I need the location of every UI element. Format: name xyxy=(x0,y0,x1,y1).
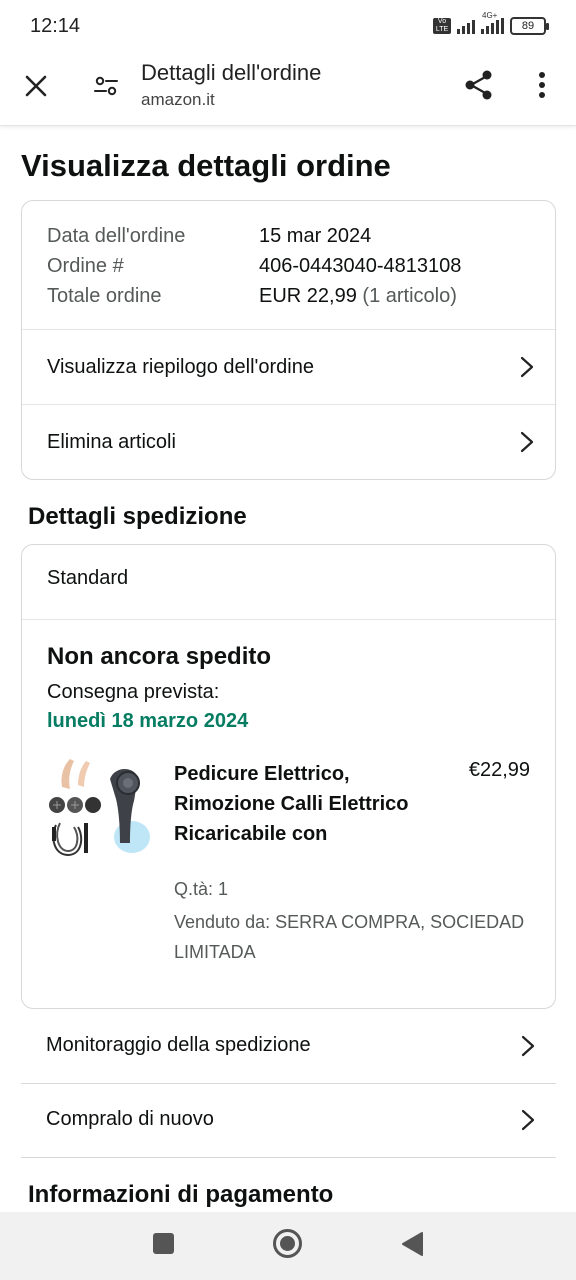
system-nav-bar xyxy=(0,1212,576,1280)
battery-icon: 89 xyxy=(510,17,549,35)
recents-icon[interactable] xyxy=(153,1233,174,1254)
back-icon[interactable] xyxy=(400,1230,424,1258)
settings-sliders-icon[interactable] xyxy=(90,70,122,102)
delivery-eta-date: lunedì 18 marzo 2024 xyxy=(47,710,249,732)
order-total-amount: EUR 22,99 xyxy=(259,285,357,307)
product-price: €22,99 xyxy=(468,759,530,781)
volte-icon: Vo LTE xyxy=(433,18,451,34)
delivery-eta-label: Consegna prevista: xyxy=(47,681,220,703)
order-date-row: Data dell'ordine 15 mar 2024 xyxy=(47,221,461,251)
product-seller: Venduto da: SERRA COMPRA, SOCIEDAD LIMIT… xyxy=(174,912,525,962)
status-time: 12:14 xyxy=(30,15,81,37)
divider xyxy=(22,619,555,620)
payment-section-title: Informazioni di pagamento xyxy=(28,1181,334,1208)
shipment-section-title: Dettagli spedizione xyxy=(28,503,247,530)
status-icons: Vo LTE 4G+ 89 xyxy=(433,11,549,38)
chevron-right-icon xyxy=(519,430,535,454)
toolbar-title: Dettagli dell'ordine xyxy=(141,60,322,85)
order-total-row: Totale ordine EUR 22,99 (1 articolo) xyxy=(47,281,461,311)
shipping-method: Standard xyxy=(47,567,129,589)
track-shipment-link[interactable]: Monitoraggio della spedizione xyxy=(21,1010,556,1084)
order-number-value: 406-0443040-4813108 xyxy=(259,255,462,277)
order-info: Data dell'ordine 15 mar 2024 Ordine # 40… xyxy=(47,221,461,311)
order-number-row: Ordine # 406-0443040-4813108 xyxy=(47,251,461,281)
more-vert-icon[interactable] xyxy=(530,68,554,102)
order-total-items: (1 articolo) xyxy=(362,285,457,307)
order-date-value: 15 mar 2024 xyxy=(259,225,372,247)
order-summary-card: Data dell'ordine 15 mar 2024 Ordine # 40… xyxy=(21,200,556,480)
product-image[interactable] xyxy=(48,757,152,861)
chevron-right-icon xyxy=(520,1108,536,1132)
track-shipment-label: Monitoraggio della spedizione xyxy=(46,1034,311,1056)
chevron-right-icon xyxy=(520,1034,536,1058)
buy-again-label: Compralo di nuovo xyxy=(46,1108,214,1130)
delete-items-label: Elimina articoli xyxy=(47,430,176,453)
signal-icon xyxy=(457,18,475,34)
toolbar-domain: amazon.it xyxy=(141,90,215,109)
chevron-right-icon xyxy=(519,355,535,379)
order-number-label: Ordine # xyxy=(47,255,124,277)
network-label: 4G+ xyxy=(482,11,498,20)
product-title[interactable]: Pedicure Elettrico, Rimozione Calli Elet… xyxy=(174,759,414,849)
order-total-value: EUR 22,99 (1 articolo) xyxy=(259,281,457,311)
close-icon[interactable] xyxy=(20,70,52,102)
view-summary-label: Visualizza riepilogo dell'ordine xyxy=(47,355,314,378)
share-icon[interactable] xyxy=(462,68,496,102)
shipment-card: Standard Non ancora spedito Consegna pre… xyxy=(21,544,556,1009)
order-date-label: Data dell'ordine xyxy=(47,225,186,247)
delete-items-link[interactable]: Elimina articoli xyxy=(22,405,555,479)
product-quantity: Q.tà: 1 xyxy=(174,879,229,899)
status-bar: 12:14 Vo LTE 4G+ 89 xyxy=(0,0,576,52)
buy-again-link[interactable]: Compralo di nuovo xyxy=(21,1084,556,1158)
shipment-status: Non ancora spedito xyxy=(47,643,272,670)
browser-toolbar: Dettagli dell'ordine amazon.it xyxy=(0,52,576,126)
view-summary-link[interactable]: Visualizza riepilogo dell'ordine xyxy=(22,330,555,404)
order-total-label: Totale ordine xyxy=(47,285,162,307)
page-title: Visualizza dettagli ordine xyxy=(21,148,391,183)
signal-4g-icon: 4G+ xyxy=(481,11,504,34)
home-icon[interactable] xyxy=(272,1228,303,1259)
